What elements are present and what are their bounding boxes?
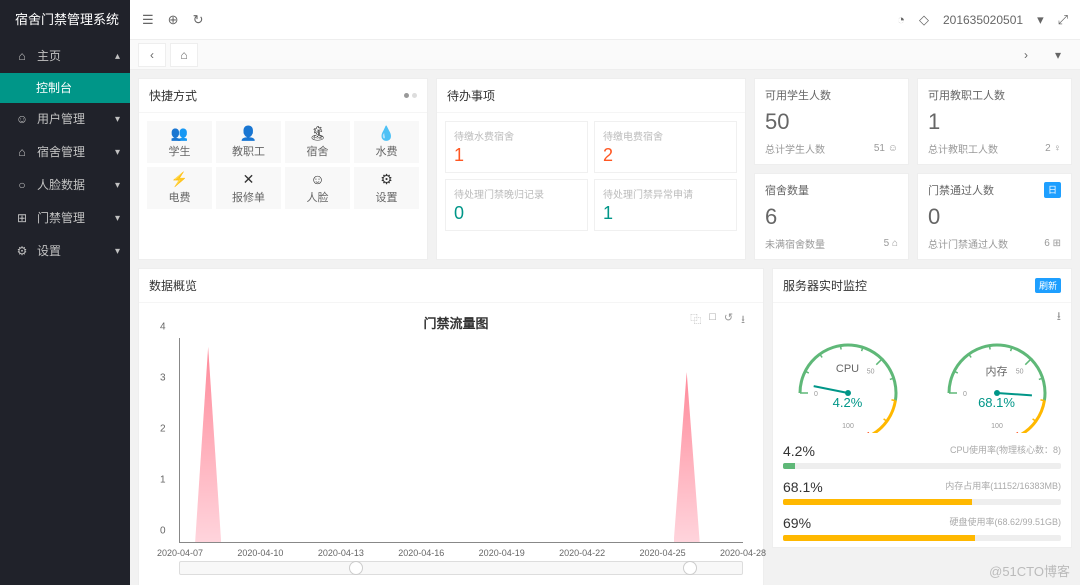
fullscreen-icon[interactable]: ⤢ (1058, 12, 1068, 28)
shortcut-icon: 🏝 (309, 125, 327, 143)
home-icon: ⌂ (15, 40, 29, 73)
shortcut-1[interactable]: 👤教职工 (216, 121, 281, 163)
refresh-icon[interactable]: ↻ (193, 12, 204, 28)
download-icon[interactable]: ⭳ (1057, 309, 1061, 323)
shortcut-icon: ☺ (310, 171, 324, 189)
message-icon[interactable]: ◔ (897, 12, 905, 27)
tab-bar: ‹ ⌂ › ▾ (130, 40, 1080, 70)
chart-peak (674, 372, 700, 542)
todo-item-2[interactable]: 待处理门禁晚归记录0 (445, 179, 588, 231)
main-content: 快捷方式 👥学生👤教职工🏝宿舍💧水费 ⚡电费✕报修单☺人脸⚙设置 待办事项 待缴水… (130, 70, 1080, 585)
chevron-down-icon: ▾ (115, 169, 120, 202)
chevron-down-icon[interactable]: ▾ (1037, 12, 1044, 28)
todo-item-3[interactable]: 待处理门禁异常申请1 (594, 179, 737, 231)
sidebar-item-users[interactable]: ☺用户管理▾ (0, 103, 130, 136)
slider-knob-right[interactable] (683, 561, 697, 575)
sidebar-item-dorm[interactable]: ⌂宿舍管理▾ (0, 136, 130, 169)
todo-item-1[interactable]: 待缴电费宿舍2 (594, 121, 737, 173)
stat-card-3: 门禁通过人数日 0 总计门禁通过人数6 ⊞ (917, 173, 1072, 260)
svg-text:100: 100 (991, 423, 1003, 430)
server-title: 服务器实时监控 (783, 277, 867, 294)
sidebar: 宿舍门禁管理系统 ⌂主页 ▴ 控制台 ☺用户管理▾ ⌂宿舍管理▾ ○人脸数据▾ … (0, 0, 130, 585)
sidebar-item-face[interactable]: ○人脸数据▾ (0, 169, 130, 202)
globe-icon[interactable]: ⊕ (168, 12, 179, 28)
shortcut-0[interactable]: 👥学生 (147, 121, 212, 163)
header: ☰ ⊕ ↻ ◔ ◇ 201635020501 ▾ ⤢ (130, 0, 1080, 40)
shortcut-icon: ✕ (243, 171, 255, 189)
metric-0: 4.2%CPU使用率(物理核心数：8) (783, 443, 1061, 469)
stat-card-0: 可用学生人数 50 总计学生人数51 ☺ (754, 78, 909, 165)
shortcut-3[interactable]: 💧水费 (354, 121, 419, 163)
chart-range-slider[interactable] (179, 561, 743, 575)
sidebar-home[interactable]: ⌂主页 ▴ (0, 40, 130, 73)
shortcut-7[interactable]: ⚙设置 (354, 167, 419, 209)
chart-tool-1[interactable]: ⿻ (690, 311, 701, 330)
shortcut-icon: 👤 (240, 125, 257, 143)
sidebar-item-gate[interactable]: ⊞门禁管理▾ (0, 202, 130, 235)
chart-toolbar: ⿻ □ ↺ ⭳ (690, 311, 745, 330)
chart-peak (195, 347, 221, 542)
todo-item-0[interactable]: 待缴水费宿舍1 (445, 121, 588, 173)
gauge-CPU: 050100 CPU 4.2% (783, 333, 913, 433)
shortcuts-card: 快捷方式 👥学生👤教职工🏝宿舍💧水费 ⚡电费✕报修单☺人脸⚙设置 (138, 78, 428, 260)
todo-title: 待办事项 (437, 79, 745, 113)
overview-title: 数据概览 (139, 269, 763, 303)
gear-icon: ⚙ (15, 235, 29, 268)
sidebar-console[interactable]: 控制台 (0, 73, 130, 103)
face-icon: ○ (15, 169, 29, 202)
shortcut-icon: 👥 (171, 125, 188, 143)
chart-tool-2[interactable]: □ (709, 311, 716, 330)
chevron-down-icon: ▾ (115, 235, 120, 268)
theme-icon[interactable]: ◇ (919, 12, 929, 28)
chevron-down-icon: ▾ (115, 136, 120, 169)
shortcut-5[interactable]: ✕报修单 (216, 167, 281, 209)
app-title: 宿舍门禁管理系统 (0, 0, 130, 40)
metric-1: 68.1%内存占用率(11152/16383MB) (783, 479, 1061, 505)
chart-tool-reset[interactable]: ↺ (724, 311, 733, 330)
chevron-up-icon: ▴ (115, 40, 120, 73)
svg-text:100: 100 (842, 423, 854, 430)
stat-card-1: 可用教职工人数 1 总计教职工人数2 ♀ (917, 78, 1072, 165)
shortcut-icon: ⚙ (380, 171, 393, 189)
refresh-button[interactable]: 刷新 (1035, 278, 1061, 293)
watermark: @51CTO博客 (989, 561, 1070, 580)
shortcut-icon: 💧 (378, 125, 395, 143)
metric-2: 69%硬盘使用率(68.62/99.51GB) (783, 515, 1061, 541)
shortcuts-title: 快捷方式 (149, 87, 197, 104)
stat-card-2: 宿舍数量 6 未满宿舍数量5 ⌂ (754, 173, 909, 260)
tab-prev[interactable]: ‹ (138, 43, 166, 67)
user-name[interactable]: 201635020501 (943, 13, 1023, 27)
tab-home[interactable]: ⌂ (170, 43, 198, 67)
menu-toggle-icon[interactable]: ☰ (142, 12, 154, 28)
user-icon: ☺ (15, 103, 29, 136)
building-icon: ⌂ (15, 136, 29, 169)
chart-download-icon[interactable]: ⭳ (741, 311, 745, 330)
gate-icon: ⊞ (15, 202, 29, 235)
shortcut-6[interactable]: ☺人脸 (285, 167, 350, 209)
pager-dots[interactable] (404, 93, 417, 98)
server-monitor-card: 服务器实时监控 刷新 ⭳ 050100 CPU 4.2% 050100 (772, 268, 1072, 548)
chevron-down-icon: ▾ (115, 103, 120, 136)
shortcut-icon: ⚡ (171, 171, 188, 189)
chevron-down-icon: ▾ (115, 202, 120, 235)
slider-knob-left[interactable] (349, 561, 363, 575)
day-badge: 日 (1044, 182, 1061, 198)
traffic-chart: 门禁流量图 ⿻ □ ↺ ⭳ 012342020-04-072020-04-102… (139, 303, 763, 583)
gauge-内存: 050100 内存 68.1% (932, 333, 1062, 433)
sidebar-item-settings[interactable]: ⚙设置▾ (0, 235, 130, 268)
shortcut-2[interactable]: 🏝宿舍 (285, 121, 350, 163)
data-overview-card: 数据概览 门禁流量图 ⿻ □ ↺ ⭳ 012342020-04-072020-0… (138, 268, 764, 585)
todo-card: 待办事项 待缴水费宿舍1待缴电费宿舍2待处理门禁晚归记录0待处理门禁异常申请1 (436, 78, 746, 260)
tab-next[interactable]: › (1012, 43, 1040, 67)
tab-menu[interactable]: ▾ (1044, 43, 1072, 67)
shortcut-4[interactable]: ⚡电费 (147, 167, 212, 209)
chart-title: 门禁流量图 (169, 313, 743, 332)
